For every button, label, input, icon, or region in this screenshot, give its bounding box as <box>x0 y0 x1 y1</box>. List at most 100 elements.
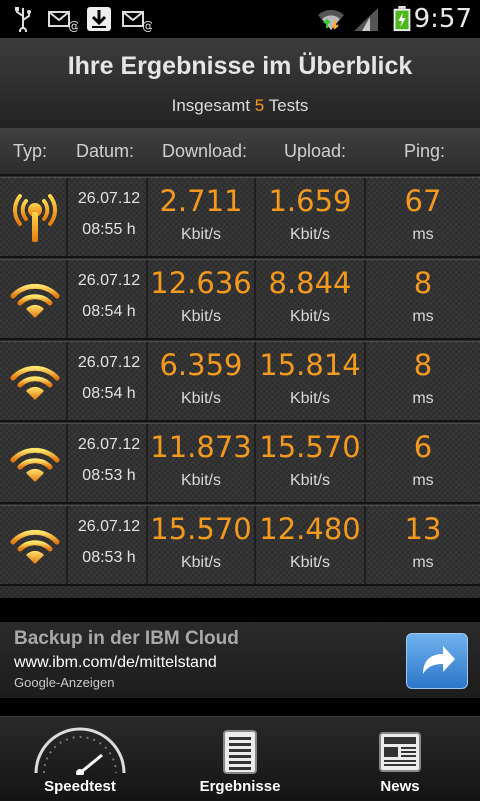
upload-value: 15.570 <box>259 430 361 464</box>
nav-label-news: News <box>380 778 420 795</box>
voicemail-icon: @ <box>122 11 152 32</box>
result-time: 08:54 h <box>82 385 136 402</box>
nav-item-speedtest[interactable]: Speedtest <box>0 717 160 801</box>
ping-unit: ms <box>412 226 434 243</box>
date-cell: 26.07.12 08:54 h <box>68 342 148 420</box>
ad-url[interactable]: www.ibm.com/de/mittelstand <box>14 654 217 672</box>
upload-unit: Kbit/s <box>289 472 330 489</box>
type-cell <box>0 424 68 502</box>
ping-value: 8 <box>413 348 433 382</box>
ping-cell: 8 ms <box>366 260 480 338</box>
upload-value: 8.844 <box>268 266 352 300</box>
download-icon <box>87 7 111 31</box>
upload-unit: Kbit/s <box>289 390 330 407</box>
result-date: 26.07.12 <box>77 354 141 371</box>
cell-tower-icon <box>12 194 58 242</box>
ad-open-button[interactable] <box>406 633 468 689</box>
result-date: 26.07.12 <box>77 518 141 535</box>
download-cell: 6.359 Kbit/s <box>148 342 256 420</box>
table-row[interactable]: 26.07.12 08:53 h 15.570 Kbit/s 12.480 Kb… <box>0 505 480 586</box>
download-cell: 15.570 Kbit/s <box>148 506 256 584</box>
nav-label-results: Ergebnisse <box>199 778 281 795</box>
download-unit: Kbit/s <box>180 390 221 407</box>
result-time: 08:54 h <box>82 303 136 320</box>
result-date: 26.07.12 <box>77 272 141 289</box>
ping-cell: 8 ms <box>366 342 480 420</box>
upload-cell: 8.844 Kbit/s <box>256 260 366 338</box>
svg-text:@: @ <box>68 19 78 32</box>
date-cell: 26.07.12 08:53 h <box>68 424 148 502</box>
upload-unit: Kbit/s <box>289 554 330 571</box>
upload-unit: Kbit/s <box>289 308 330 325</box>
type-cell <box>0 506 68 584</box>
upload-value: 1.659 <box>268 184 352 218</box>
bottom-navigation: Speedtest Ergebnisse News <box>0 716 480 801</box>
result-date: 26.07.12 <box>77 436 141 453</box>
ping-unit: ms <box>412 308 434 325</box>
ping-unit: ms <box>412 472 434 489</box>
download-value: 15.570 <box>150 512 252 546</box>
table-row[interactable]: 26.07.12 08:55 h 2.711 Kbit/s 1.659 Kbit… <box>0 177 480 258</box>
page-title: Ihre Ergebnisse im Überblick <box>67 52 413 80</box>
ping-value: 6 <box>413 430 433 464</box>
ping-cell: 67 ms <box>366 178 480 256</box>
wifi-icon <box>10 283 60 318</box>
table-row[interactable]: 26.07.12 08:53 h 11.873 Kbit/s 15.570 Kb… <box>0 423 480 504</box>
battery-charging-icon <box>393 6 411 32</box>
ad-source: Google-Anzeigen <box>14 675 115 690</box>
result-time: 08:53 h <box>82 549 136 566</box>
date-cell: 26.07.12 08:54 h <box>68 260 148 338</box>
ping-value: 67 <box>404 184 442 218</box>
ad-title[interactable]: Backup in der IBM Cloud <box>14 628 239 650</box>
nav-item-results[interactable]: Ergebnisse <box>160 717 320 801</box>
upload-cell: 15.570 Kbit/s <box>256 424 366 502</box>
status-bar: @ @ 9:57 <box>0 0 480 38</box>
ping-value: 8 <box>413 266 433 300</box>
upload-value: 15.814 <box>259 348 361 382</box>
ping-unit: ms <box>412 554 434 571</box>
download-cell: 12.636 Kbit/s <box>148 260 256 338</box>
type-cell <box>0 342 68 420</box>
ad-banner[interactable]: Backup in der IBM Cloud www.ibm.com/de/m… <box>0 622 480 698</box>
usb-icon <box>15 7 31 32</box>
download-cell: 11.873 Kbit/s <box>148 424 256 502</box>
upload-cell: 15.814 Kbit/s <box>256 342 366 420</box>
date-cell: 26.07.12 08:55 h <box>68 178 148 256</box>
wifi-icon <box>10 529 60 564</box>
download-unit: Kbit/s <box>180 226 221 243</box>
download-value: 12.636 <box>150 266 252 300</box>
download-value: 11.873 <box>150 430 252 464</box>
total-suffix: Tests <box>268 96 309 115</box>
nav-item-news[interactable]: News <box>320 717 480 801</box>
download-unit: Kbit/s <box>180 472 221 489</box>
download-value: 6.359 <box>159 348 243 382</box>
table-header: Typ: Datum: Download: Upload: Ping: <box>0 128 480 176</box>
voicemail-icon: @ <box>48 11 78 32</box>
download-value: 2.711 <box>159 184 243 218</box>
wifi-icon <box>10 365 60 400</box>
status-time: 9:57 <box>413 4 472 34</box>
total-prefix: Insgesamt <box>171 96 251 115</box>
share-arrow-icon <box>423 646 455 674</box>
type-cell <box>0 260 68 338</box>
header: Ihre Ergebnisse im Überblick Insgesamt 5… <box>0 38 480 129</box>
newspaper-icon <box>379 732 421 772</box>
app-content: Ihre Ergebnisse im Überblick Insgesamt 5… <box>0 38 480 598</box>
table-row[interactable]: 26.07.12 08:54 h 6.359 Kbit/s 15.814 Kbi… <box>0 341 480 422</box>
column-header-upload: Upload: <box>284 141 347 161</box>
column-header-date: Datum: <box>76 141 135 161</box>
table-row[interactable]: 26.07.12 08:54 h 12.636 Kbit/s 8.844 Kbi… <box>0 259 480 340</box>
download-unit: Kbit/s <box>180 308 221 325</box>
ping-cell: 6 ms <box>366 424 480 502</box>
result-date: 26.07.12 <box>77 190 141 207</box>
upload-unit: Kbit/s <box>289 226 330 243</box>
ping-cell: 13 ms <box>366 506 480 584</box>
column-header-type: Typ: <box>13 141 48 161</box>
results-list-icon <box>223 730 257 774</box>
total-tests-line: Insgesamt 5 Tests <box>0 96 480 116</box>
download-cell: 2.711 Kbit/s <box>148 178 256 256</box>
column-header-download: Download: <box>162 141 248 161</box>
column-header-ping: Ping: <box>404 141 446 161</box>
ping-unit: ms <box>412 390 434 407</box>
upload-value: 12.480 <box>259 512 361 546</box>
